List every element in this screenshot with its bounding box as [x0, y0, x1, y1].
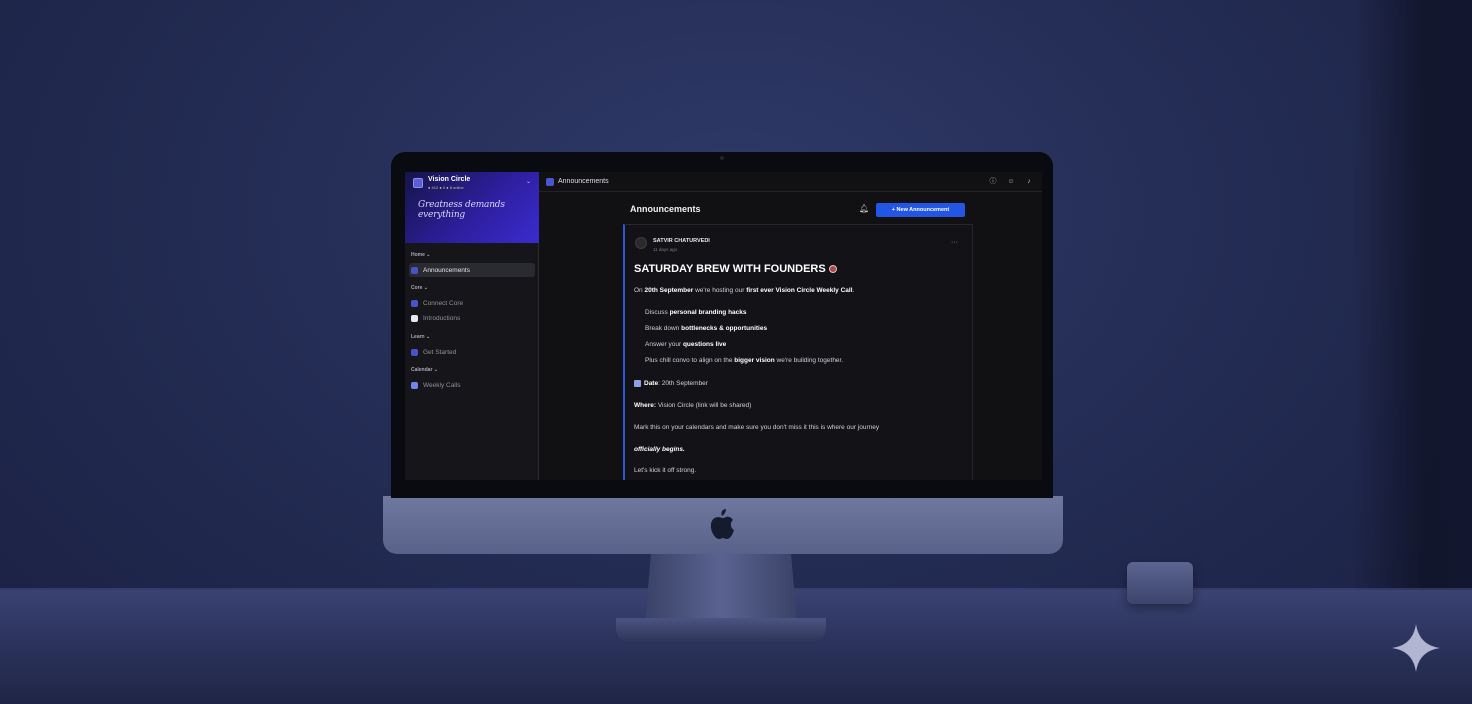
reminder-bold: officially begins. — [634, 446, 685, 453]
notifications-icon[interactable]: ♪ — [1024, 177, 1034, 187]
sidebar-item-get-started[interactable]: Get Started — [409, 345, 535, 359]
panel-title: Announcements — [630, 204, 701, 214]
post-bullet: Break down bottlenecks & opportunities — [645, 325, 767, 332]
video-icon — [411, 381, 418, 389]
workspace-logo — [413, 178, 423, 188]
intro-date: 20th September — [644, 287, 694, 294]
post-closing: Let's kick it off strong. — [634, 467, 697, 474]
intro-bold: first ever Vision Circle Weekly Call — [746, 287, 853, 294]
bullet-bold: bottlenecks & opportunities — [681, 325, 768, 332]
bullet-bold: bigger vision — [734, 357, 775, 364]
post-bullet: Plus chill convo to align on the bigger … — [645, 357, 843, 364]
page-title: Announcements — [558, 178, 609, 185]
apple-logo-icon — [710, 509, 734, 539]
intro-mid: we're hosting our — [693, 287, 747, 294]
new-announcement-button[interactable]: + New Announcement — [876, 203, 965, 217]
nav-section-learn[interactable]: Learn ⌄ — [411, 334, 430, 340]
camera — [720, 156, 724, 160]
bullet-bold: questions live — [682, 341, 727, 348]
sidebar-item-weekly-calls[interactable]: Weekly Calls — [409, 378, 535, 392]
sidebar-item-label: Announcements — [423, 266, 470, 274]
chevron-down-icon[interactable]: ⌄ — [526, 178, 531, 185]
post-author[interactable]: SATVIR CHATURVEDI — [653, 238, 710, 244]
post-bullet: Discuss personal branding hacks — [645, 309, 747, 316]
date-label: Date — [644, 380, 659, 388]
nav-section-home[interactable]: Home ⌄ — [411, 252, 430, 258]
banner-tagline: Greatness demands everything — [418, 200, 505, 220]
bullet-bold: personal branding hacks — [669, 309, 747, 316]
date-value: : 20th September — [658, 380, 708, 388]
bell-icon[interactable]: 🔔︎ — [859, 204, 869, 213]
announcements-icon — [411, 266, 418, 274]
sidebar-item-label: Introductions — [423, 314, 461, 322]
nav-section-core[interactable]: Core ⌄ — [411, 285, 428, 291]
announcements-icon — [546, 178, 554, 186]
chat-icon — [411, 314, 418, 322]
announcement-post: SATVIR CHATURVEDI 11 days ago ··· SATURD… — [623, 224, 973, 480]
imac-stand-foot — [616, 618, 826, 642]
sparkle-icon — [1392, 624, 1440, 672]
sidebar-item-label: Weekly Calls — [423, 381, 461, 389]
post-where: Where: Vision Circle (link will be share… — [634, 402, 751, 409]
sidebar-item-label: Connect Core — [423, 299, 464, 307]
bullet-text: Break down — [645, 325, 682, 332]
where-value: Vision Circle (link will be shared) — [656, 402, 752, 409]
book-icon — [411, 348, 418, 356]
speaker — [1127, 562, 1193, 604]
imac-stand — [645, 552, 797, 624]
intro-suffix: . — [852, 287, 855, 294]
coffee-emoji-icon — [828, 265, 837, 274]
post-title-text: SATURDAY BREW WITH FOUNDERS — [634, 263, 826, 275]
post-bullet: Answer your questions live — [645, 341, 726, 348]
post-title: SATURDAY BREW WITH FOUNDERS — [634, 263, 837, 275]
sidebar: Vision Circle ● 412 ● 0 ● 8 online ⌄ Gre… — [405, 172, 539, 480]
post-timestamp: 11 days ago — [653, 247, 678, 252]
intro-prefix: On — [634, 287, 645, 294]
sidebar-item-connect-core[interactable]: Connect Core — [409, 296, 535, 310]
avatar[interactable] — [635, 237, 647, 249]
sidebar-item-introductions[interactable]: Introductions — [409, 311, 535, 325]
nav-section-calendar[interactable]: Calendar ⌄ — [411, 367, 438, 373]
more-options-icon[interactable]: ··· — [951, 239, 958, 246]
bullet-text: Plus chill convo to align on the — [645, 357, 735, 364]
where-label: Where: — [634, 402, 657, 409]
sidebar-item-announcements[interactable]: Announcements — [409, 263, 535, 277]
screen: Vision Circle ● 412 ● 0 ● 8 online ⌄ Gre… — [405, 172, 1042, 480]
bullet-text: Discuss — [645, 309, 670, 316]
post-reminder: Mark this on your calendars and make sur… — [634, 424, 880, 431]
post-intro: On 20th September we're hosting our firs… — [634, 287, 854, 294]
post-reminder-bold: officially begins. — [634, 446, 685, 453]
post-date: Date: 20th September — [634, 380, 708, 387]
connect-icon — [411, 299, 418, 307]
topbar: Announcements ⓘ ☺ ♪ — [539, 172, 1042, 192]
bullet-suffix: we're building together. — [774, 357, 844, 364]
sidebar-item-label: Get Started — [423, 348, 457, 356]
workspace-meta: ● 412 ● 0 ● 8 online — [428, 185, 464, 190]
bullet-text: Answer your — [645, 341, 683, 348]
info-icon[interactable]: ⓘ — [988, 177, 998, 187]
members-icon[interactable]: ☺ — [1006, 177, 1016, 187]
workspace-banner[interactable]: Vision Circle ● 412 ● 0 ● 8 online ⌄ Gre… — [405, 172, 539, 243]
workspace-name: Vision Circle — [428, 176, 471, 183]
calendar-icon — [634, 380, 641, 387]
